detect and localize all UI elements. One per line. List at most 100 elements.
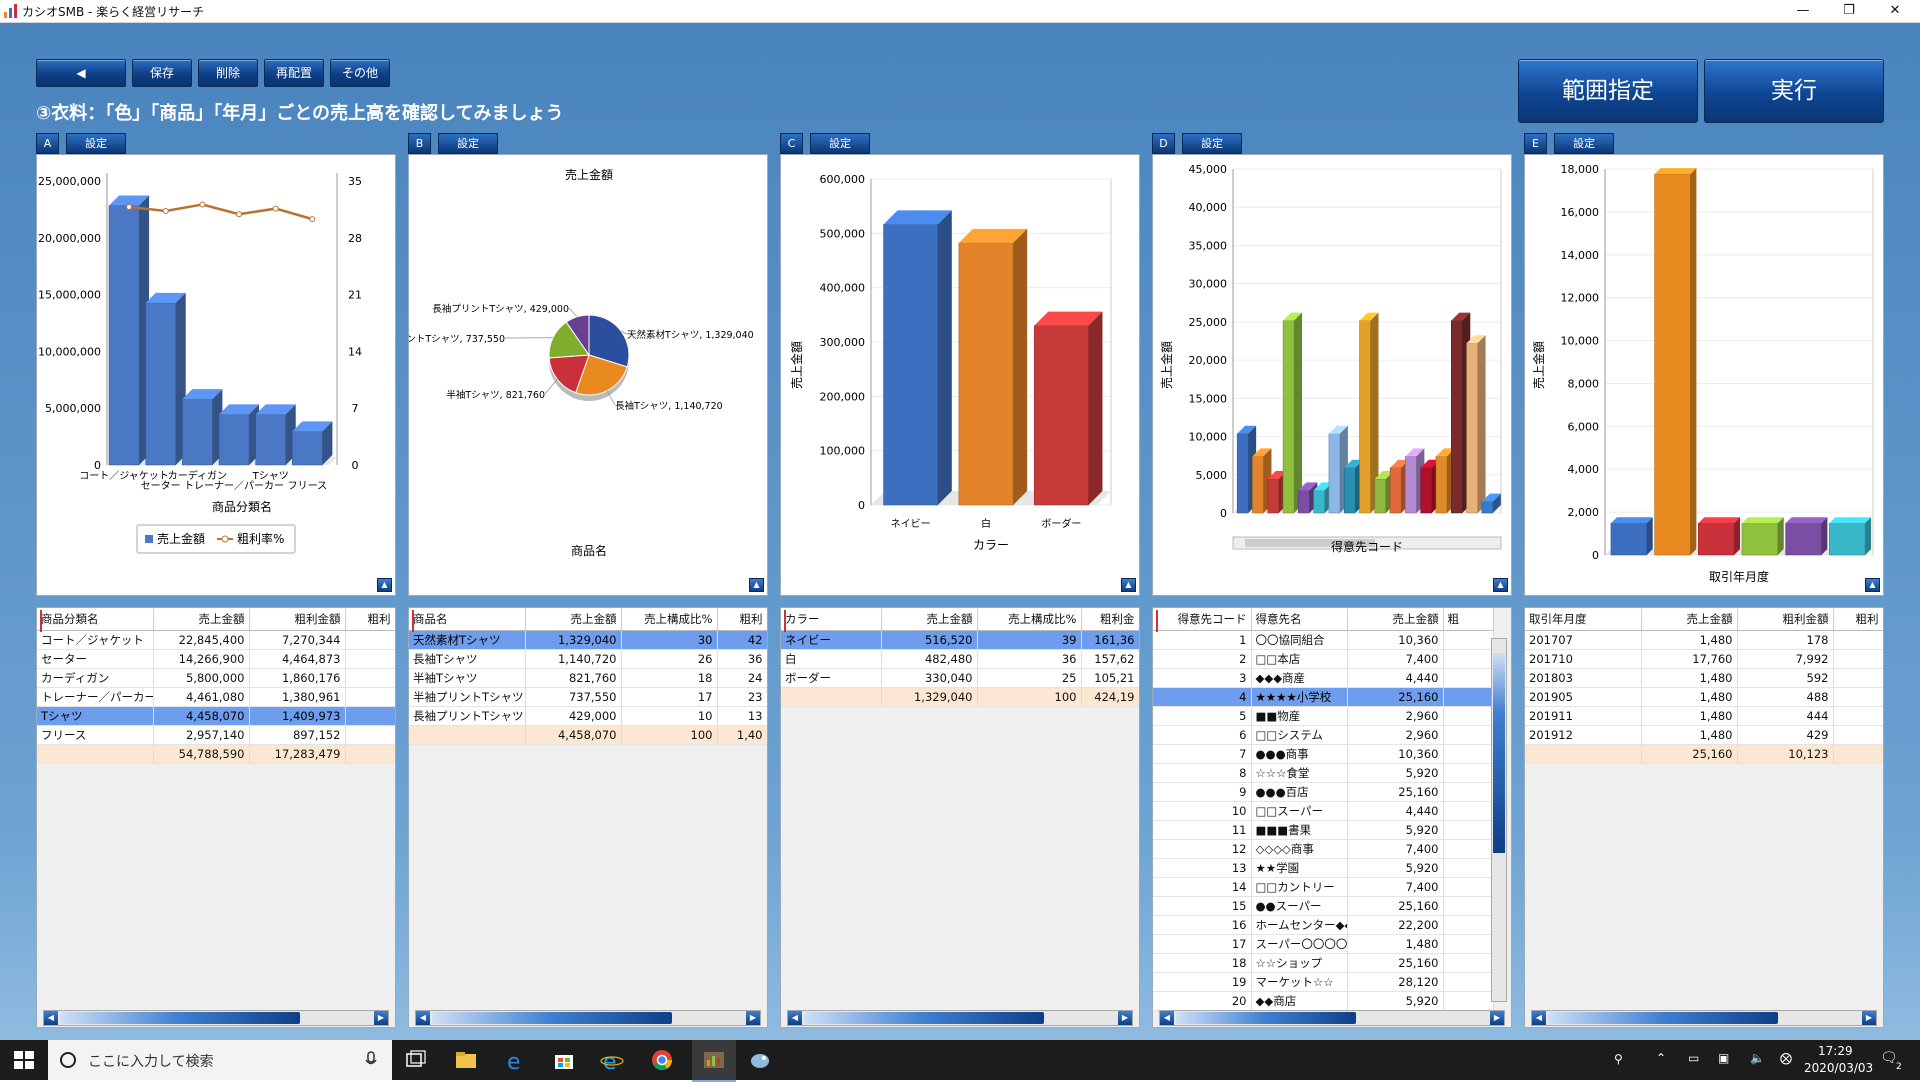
grid-a-hscroll[interactable]: ◀▶ [43, 1010, 389, 1026]
setting-button-a[interactable]: 設定 [66, 133, 126, 154]
app-bird-icon[interactable] [748, 1048, 772, 1072]
scroll-right-icon[interactable]: ▶ [746, 1011, 760, 1025]
ie-icon[interactable]: e [600, 1048, 624, 1072]
table-row[interactable]: 半袖Tシャツ821,7601824 [409, 669, 767, 688]
back-button[interactable]: ◀ [36, 59, 126, 87]
table-row[interactable]: 12◇◇◇◇商事7,400 [1153, 840, 1493, 859]
table-row[interactable]: カーディガン5,800,0001,860,176 [37, 669, 395, 688]
column-header[interactable]: 売上金額 [1347, 608, 1443, 631]
battery-icon[interactable]: ▭ [1688, 1051, 1699, 1065]
scroll-left-icon[interactable]: ◀ [416, 1011, 430, 1025]
scroll-thumb[interactable] [1548, 1012, 1778, 1024]
table-row[interactable]: 長袖プリントTシャツ429,0001013 [409, 707, 767, 726]
table-row[interactable]: Tシャツ4,458,0701,409,973 [37, 707, 395, 726]
scroll-left-icon[interactable]: ◀ [788, 1011, 802, 1025]
table-row[interactable]: 20◆◆商店5,920 [1153, 992, 1493, 1011]
table-row[interactable]: 2018031,480592 [1525, 669, 1883, 688]
grid-e-hscroll[interactable]: ◀▶ [1531, 1010, 1877, 1026]
edge-icon[interactable]: e [504, 1048, 528, 1072]
column-header[interactable]: 取引年月度 [1525, 608, 1641, 631]
column-header[interactable]: カラー [781, 608, 881, 631]
ime-icon[interactable]: ⨂ [1780, 1051, 1792, 1065]
setting-button-c[interactable]: 設定 [810, 133, 870, 154]
tray-chevron-icon[interactable]: ⌃ [1656, 1051, 1666, 1065]
grid-b-hscroll[interactable]: ◀▶ [415, 1010, 761, 1026]
scroll-left-icon[interactable]: ◀ [44, 1011, 58, 1025]
chart-c-expand-button[interactable]: ▲ [1121, 578, 1136, 592]
minimize-icon[interactable]: — [1780, 0, 1826, 22]
scroll-thumb[interactable] [1493, 653, 1505, 853]
table-row[interactable]: 8☆☆☆食堂5,920 [1153, 764, 1493, 783]
table-row[interactable]: 18☆☆ショップ25,160 [1153, 954, 1493, 973]
grid-d-vscroll[interactable] [1491, 638, 1507, 1002]
table-row[interactable]: 11■■■書果5,920 [1153, 821, 1493, 840]
chart-e-expand-button[interactable]: ▲ [1865, 578, 1880, 592]
task-view-icon[interactable] [404, 1048, 428, 1072]
column-header[interactable]: 粗 [1443, 608, 1493, 631]
column-header[interactable]: 得意先名 [1251, 608, 1347, 631]
table-row[interactable]: 15●●スーパー25,160 [1153, 897, 1493, 916]
table-row[interactable]: トレーナー／パーカー4,461,0801,380,961 [37, 688, 395, 707]
column-header[interactable]: 粗利金額 [1737, 608, 1833, 631]
table-row[interactable]: 白482,48036157,62 [781, 650, 1139, 669]
setting-button-b[interactable]: 設定 [438, 133, 498, 154]
clock-date[interactable]: 2020/03/03 [1804, 1061, 1873, 1075]
table-row[interactable]: 19マーケット☆☆28,120 [1153, 973, 1493, 992]
table-row[interactable]: フリース2,957,140897,152 [37, 726, 395, 745]
save-button[interactable]: 保存 [132, 59, 192, 87]
rearrange-button[interactable]: 再配置 [264, 59, 324, 87]
table-row[interactable]: 5■■物産2,960 [1153, 707, 1493, 726]
scroll-thumb[interactable] [60, 1012, 300, 1024]
table-row[interactable]: 4★★★★小学校25,160 [1153, 688, 1493, 707]
restore-icon[interactable]: ❐ [1826, 0, 1872, 22]
table-row[interactable]: 2017071,480178 [1525, 631, 1883, 650]
chart-d-expand-button[interactable]: ▲ [1493, 578, 1508, 592]
column-header[interactable]: 売上構成比% [977, 608, 1081, 631]
people-icon[interactable]: ⚲ [1614, 1052, 1623, 1066]
column-header[interactable]: 粗利金額 [249, 608, 345, 631]
table-row[interactable]: 長袖Tシャツ1,140,7202636 [409, 650, 767, 669]
table-row[interactable]: 6□□システム2,960 [1153, 726, 1493, 745]
column-header[interactable]: 粗利 [345, 608, 395, 631]
column-header[interactable]: 粗利 [717, 608, 767, 631]
windows-start-icon[interactable] [12, 1048, 36, 1072]
table-row[interactable]: 14□□カントリー7,400 [1153, 878, 1493, 897]
scroll-thumb[interactable] [1176, 1012, 1356, 1024]
grid-c-hscroll[interactable]: ◀▶ [787, 1010, 1133, 1026]
setting-button-d[interactable]: 設定 [1182, 133, 1242, 154]
store-icon[interactable] [552, 1048, 576, 1072]
delete-button[interactable]: 削除 [198, 59, 258, 87]
table-row[interactable]: 2019111,480444 [1525, 707, 1883, 726]
column-header[interactable]: 売上金額 [153, 608, 249, 631]
column-header[interactable]: 売上構成比% [621, 608, 717, 631]
scroll-left-icon[interactable]: ◀ [1160, 1011, 1174, 1025]
table-row[interactable]: 2019121,480429 [1525, 726, 1883, 745]
chart-b-expand-button[interactable]: ▲ [749, 578, 764, 592]
file-explorer-icon[interactable] [454, 1048, 478, 1072]
range-button[interactable]: 範囲指定 [1518, 59, 1698, 123]
close-icon[interactable]: ✕ [1872, 0, 1918, 22]
column-header[interactable]: 粗利 [1833, 608, 1883, 631]
table-row[interactable]: ボーダー330,04025105,21 [781, 669, 1139, 688]
volume-icon[interactable]: 🔈 [1750, 1051, 1765, 1065]
table-row[interactable]: 16ホームセンター◆◆22,200 [1153, 916, 1493, 935]
table-row[interactable]: 7●●●商事10,360 [1153, 745, 1493, 764]
table-row[interactable]: セーター14,266,9004,464,873 [37, 650, 395, 669]
table-row[interactable]: 2019051,480488 [1525, 688, 1883, 707]
grid-d-hscroll[interactable]: ◀▶ [1159, 1010, 1505, 1026]
table-row[interactable]: 20171017,7607,992 [1525, 650, 1883, 669]
table-row[interactable]: 13★★学園5,920 [1153, 859, 1493, 878]
table-row[interactable]: ネイビー516,52039161,36 [781, 631, 1139, 650]
scroll-left-icon[interactable]: ◀ [1532, 1011, 1546, 1025]
column-header[interactable]: 粗利金 [1081, 608, 1139, 631]
setting-button-e[interactable]: 設定 [1554, 133, 1614, 154]
scroll-right-icon[interactable]: ▶ [1490, 1011, 1504, 1025]
scroll-thumb[interactable] [804, 1012, 1044, 1024]
clock-time[interactable]: 17:29 [1818, 1044, 1853, 1058]
table-row[interactable]: 半袖プリントTシャツ737,5501723 [409, 688, 767, 707]
chart-a-expand-button[interactable]: ▲ [377, 578, 392, 592]
column-header[interactable]: 売上金額 [881, 608, 977, 631]
table-row[interactable]: 9●●●百店25,160 [1153, 783, 1493, 802]
chrome-icon[interactable] [650, 1048, 674, 1072]
table-row[interactable]: 10□□スーパー4,440 [1153, 802, 1493, 821]
